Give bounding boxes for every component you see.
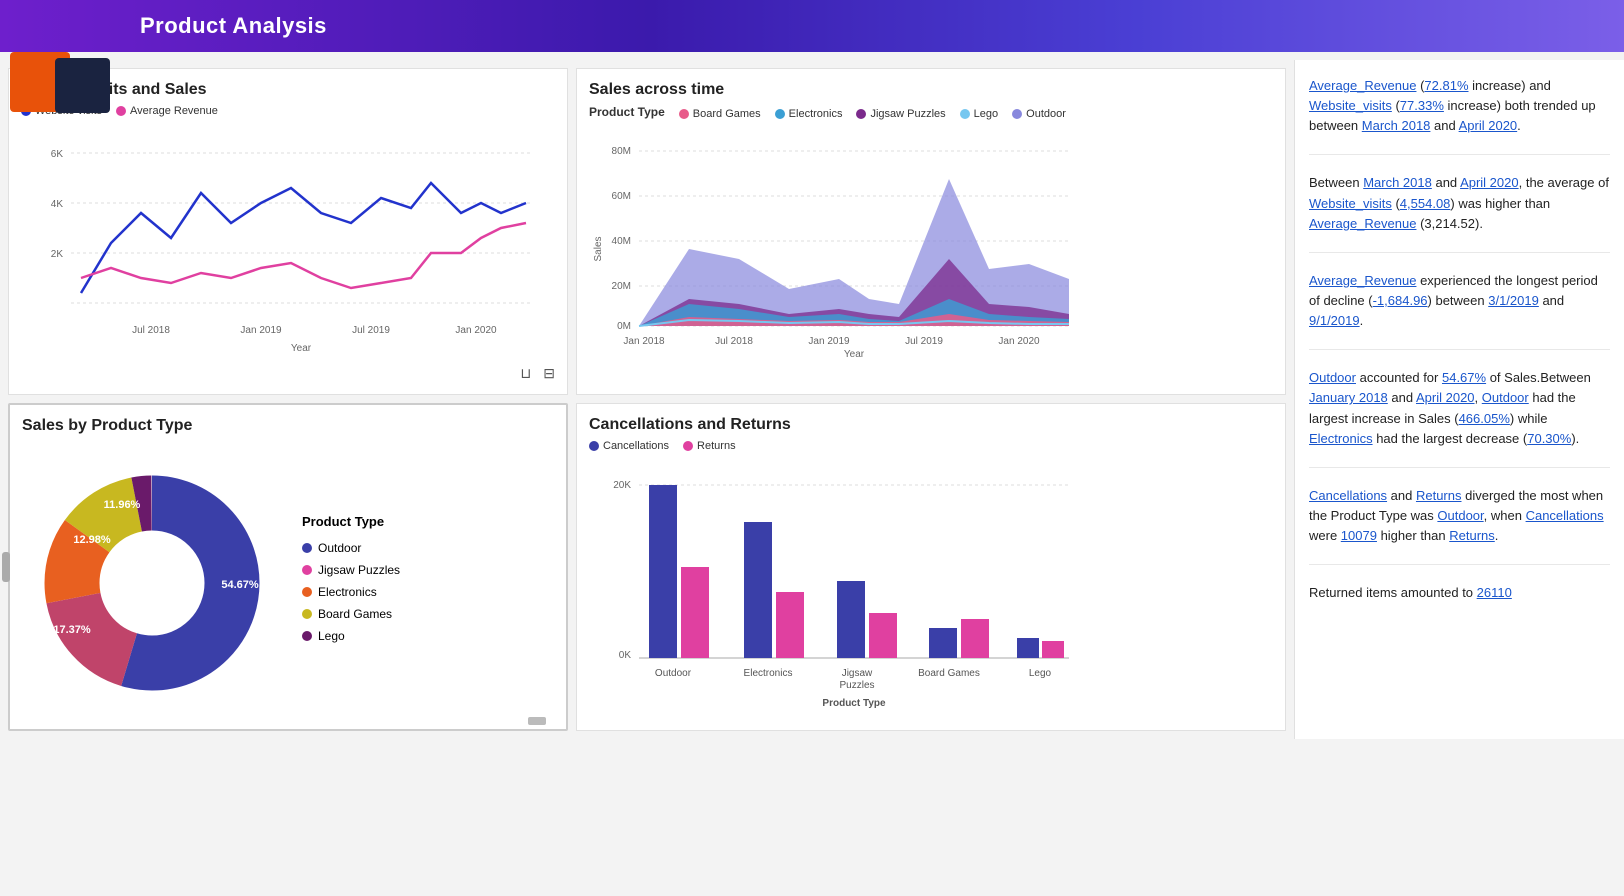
svg-text:40M: 40M	[612, 236, 631, 247]
svg-text:20M: 20M	[612, 281, 631, 292]
legend-avg-revenue: Average Revenue	[116, 105, 218, 117]
svg-text:Jul 2018: Jul 2018	[715, 336, 753, 347]
svg-text:20K: 20K	[613, 480, 631, 491]
electronics-dot	[775, 109, 785, 119]
donut-chart: 12.98% 11.96% 17.37% 54.67%	[22, 443, 282, 713]
page-title: Product Analysis	[140, 13, 327, 39]
svg-text:Jan 2020: Jan 2020	[998, 336, 1040, 347]
product-type-label: Product Type	[589, 105, 665, 119]
insight-5: Cancellations and Returns diverged the m…	[1309, 486, 1610, 565]
svg-text:0K: 0K	[619, 650, 632, 661]
electronics-legend-dot	[302, 587, 312, 597]
svg-text:Lego: Lego	[1029, 668, 1052, 679]
jigsaw-cancel-bar	[837, 581, 865, 658]
svg-text:0M: 0M	[617, 321, 631, 332]
svg-text:Outdoor: Outdoor	[655, 668, 692, 679]
donut-area: 12.98% 11.96% 17.37% 54.67% Product Type…	[22, 443, 554, 713]
insight-1: Average_Revenue (72.81% increase) and We…	[1309, 76, 1610, 155]
board-games-legend-dot	[302, 609, 312, 619]
legend-outdoor: Outdoor	[302, 541, 400, 555]
logo-dark	[55, 58, 110, 113]
jigsaw-dot	[856, 109, 866, 119]
website-visits-chart: 6K 4K 2K Jul 2018 Jan 2019 Jul 2019 Jan …	[21, 123, 541, 363]
svg-text:Jan 2019: Jan 2019	[808, 336, 850, 347]
lego-cancel-bar	[1017, 638, 1039, 658]
svg-text:Board Games: Board Games	[918, 668, 980, 679]
insight-6: Returned items amounted to 26110	[1309, 583, 1610, 621]
zoom-fit-icon[interactable]: ⊔	[520, 365, 531, 382]
jigsaw-legend-dot	[302, 565, 312, 575]
board-games-cancel-bar	[929, 628, 957, 658]
svg-text:80M: 80M	[612, 146, 631, 157]
svg-text:Product Type: Product Type	[822, 698, 886, 709]
svg-text:17.37%: 17.37%	[53, 624, 91, 636]
outdoor-dot	[1012, 109, 1022, 119]
jigsaw-return-bar	[869, 613, 897, 658]
legend-electronics: Electronics	[302, 585, 400, 599]
cancellations-legend: Cancellations Returns	[589, 440, 1273, 452]
svg-text:Jan 2018: Jan 2018	[623, 336, 665, 347]
svg-text:60M: 60M	[612, 191, 631, 202]
svg-text:Jul 2018: Jul 2018	[132, 325, 170, 336]
insight-2: Between March 2018 and April 2020, the a…	[1309, 173, 1610, 252]
board-games-dot	[679, 109, 689, 119]
zoom-out-icon[interactable]: ⊟	[543, 365, 555, 382]
website-visits-sales-panel: Website visits and Sales Website visits …	[8, 68, 568, 395]
electronics-return-bar	[776, 592, 804, 658]
returns-dot	[683, 441, 693, 451]
svg-text:Electronics: Electronics	[744, 668, 793, 679]
outdoor-cancel-bar	[649, 485, 677, 658]
svg-text:Jigsaw: Jigsaw	[842, 668, 873, 679]
svg-text:2K: 2K	[51, 249, 64, 260]
insights-panel: Average_Revenue (72.81% increase) and We…	[1294, 60, 1624, 739]
electronics-cancel-bar	[744, 522, 772, 658]
header: Product Analysis	[0, 0, 1624, 52]
sales-across-time-panel: Sales across time Product Type Board Gam…	[576, 68, 1286, 395]
product-type-legend-title: Product Type	[302, 514, 400, 529]
sales-across-time-title: Sales across time	[589, 81, 1273, 99]
board-games-return-bar	[961, 619, 989, 658]
insight-4: Outdoor accounted for 54.67% of Sales.Be…	[1309, 368, 1610, 468]
scroll-handle-left[interactable]	[2, 552, 10, 582]
sales-by-product-title: Sales by Product Type	[22, 417, 554, 435]
lego-dot	[960, 109, 970, 119]
lego-return-bar	[1042, 641, 1064, 658]
sales-by-product-panel: Sales by Product Type	[8, 403, 568, 731]
cancellations-dot	[589, 441, 599, 451]
insight-1-avg-revenue[interactable]: Average_Revenue	[1309, 78, 1416, 93]
svg-text:Puzzles: Puzzles	[839, 680, 874, 691]
avg-revenue-dot	[116, 106, 126, 116]
cancellations-title: Cancellations and Returns	[589, 416, 1273, 434]
svg-text:Sales: Sales	[593, 236, 604, 261]
svg-text:Jan 2019: Jan 2019	[240, 325, 282, 336]
outdoor-legend-dot	[302, 543, 312, 553]
svg-text:4K: 4K	[51, 199, 64, 210]
lego-legend-dot	[302, 631, 312, 641]
donut-legend: Product Type Outdoor Jigsaw Puzzles	[302, 514, 400, 643]
svg-text:54.67%: 54.67%	[221, 579, 259, 591]
cancellations-returns-panel: Cancellations and Returns Cancellations …	[576, 403, 1286, 731]
svg-text:Jul 2019: Jul 2019	[905, 336, 943, 347]
legend-board-games: Board Games	[302, 607, 400, 621]
outdoor-return-bar	[681, 567, 709, 658]
resize-handle[interactable]	[528, 717, 546, 725]
svg-text:6K: 6K	[51, 149, 64, 160]
insight-3: Average_Revenue experienced the longest …	[1309, 271, 1610, 350]
svg-text:Jan 2020: Jan 2020	[455, 325, 497, 336]
sales-across-time-chart: 80M 60M 40M 20M 0M	[589, 129, 1079, 359]
svg-text:11.96%: 11.96%	[104, 499, 141, 511]
svg-text:Jul 2019: Jul 2019	[352, 325, 390, 336]
legend-jigsaw: Jigsaw Puzzles	[302, 563, 400, 577]
legend-lego: Lego	[302, 629, 400, 643]
svg-text:12.98%: 12.98%	[73, 534, 111, 546]
cancellations-chart: 20K 0K Outdoor Electronics	[589, 458, 1079, 718]
svg-text:Year: Year	[844, 349, 865, 359]
svg-text:Year: Year	[291, 343, 312, 354]
sales-time-legend: Board Games Electronics Jigsaw Puzzles	[679, 108, 1066, 120]
